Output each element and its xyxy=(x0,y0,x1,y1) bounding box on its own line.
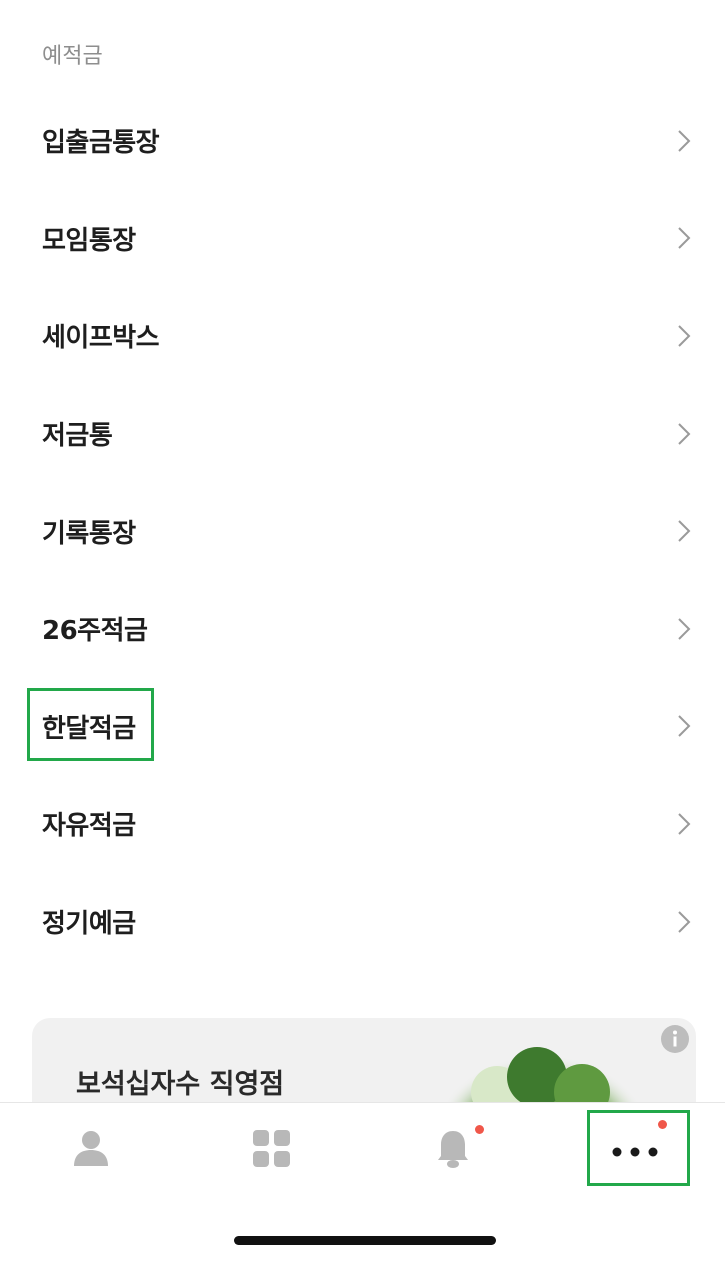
bell-icon xyxy=(437,1125,484,1173)
person-icon xyxy=(73,1130,109,1172)
notification-badge xyxy=(474,1125,484,1134)
info-icon[interactable] xyxy=(660,1024,690,1058)
nav-apps-button[interactable] xyxy=(181,1103,362,1199)
chevron-right-icon xyxy=(677,324,691,348)
chevron-right-icon xyxy=(677,422,691,446)
menu-item-label: 정기예금 xyxy=(42,909,136,940)
menu-item-piggy-bank[interactable]: 저금통 xyxy=(0,385,725,483)
menu-item-label: 저금통 xyxy=(42,421,113,452)
menu-item-label: 세이프박스 xyxy=(42,323,160,354)
menu-item-26-week-savings[interactable]: 26주적금 xyxy=(0,580,725,678)
menu-item-label: 26주적금 xyxy=(42,616,148,647)
section-title: 예적금 xyxy=(42,44,103,69)
chevron-right-icon xyxy=(677,129,691,153)
chevron-right-icon xyxy=(677,617,691,641)
home-indicator xyxy=(234,1236,496,1245)
nav-profile-button[interactable] xyxy=(0,1103,181,1199)
menu-item-label: 자유적금 xyxy=(42,811,136,842)
menu-item-free-savings[interactable]: 자유적금 xyxy=(0,775,725,873)
highlight-box-one-month-savings xyxy=(27,688,154,761)
chevron-right-icon xyxy=(677,714,691,738)
banner-title: 보석십자수 직영점 xyxy=(76,1069,285,1100)
menu-item-safe-box[interactable]: 세이프박스 xyxy=(0,287,725,385)
highlight-box-more xyxy=(587,1110,690,1186)
menu-item-label: 입출금통장 xyxy=(42,128,160,159)
chevron-right-icon xyxy=(677,812,691,836)
menu-item-label: 기록통장 xyxy=(42,518,136,549)
menu-item-label: 모임통장 xyxy=(42,225,136,256)
grid-icon xyxy=(252,1130,291,1172)
chevron-right-icon xyxy=(677,519,691,543)
menu-item-group-account[interactable]: 모임통장 xyxy=(0,190,725,288)
menu-item-record-account[interactable]: 기록통장 xyxy=(0,482,725,580)
nav-notifications-button[interactable] xyxy=(362,1103,543,1199)
chevron-right-icon xyxy=(677,910,691,934)
menu-list: 입출금통장 모임통장 세이프박스 저금통 기록통장 26주적금 한달적금 자유적… xyxy=(0,92,725,970)
menu-item-deposit-account[interactable]: 입출금통장 xyxy=(0,92,725,190)
menu-item-fixed-deposit[interactable]: 정기예금 xyxy=(0,873,725,971)
chevron-right-icon xyxy=(677,226,691,250)
